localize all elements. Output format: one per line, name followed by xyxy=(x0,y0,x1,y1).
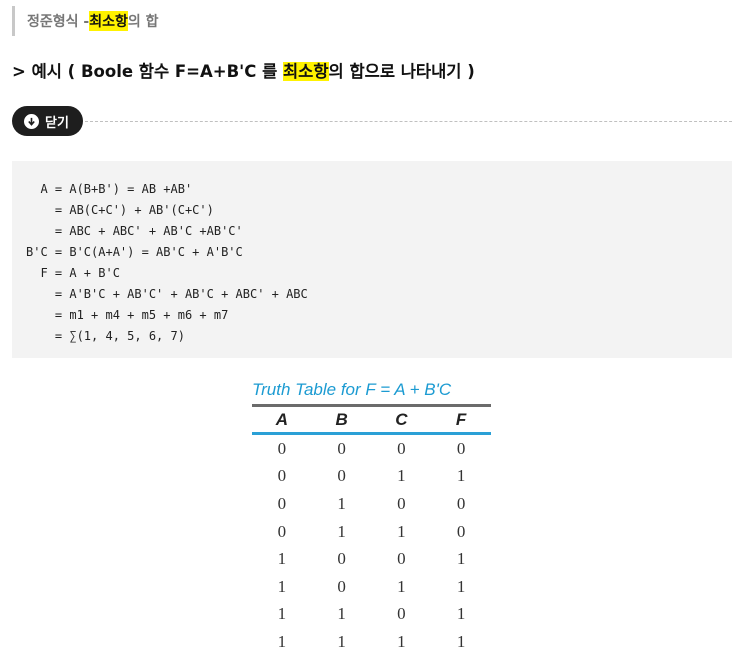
table-cell: 1 xyxy=(397,521,406,541)
table-row: 0 0 0 0 xyxy=(252,435,491,463)
table-cell: 1 xyxy=(337,493,346,513)
table-cell: 1 xyxy=(277,631,287,651)
table-cell: 0 xyxy=(337,438,346,458)
code-line: B'C = B'C(A+A') = AB'C + A'B'C xyxy=(26,245,243,259)
table-cell: 1 xyxy=(277,576,287,596)
table-row: 0 1 1 0 xyxy=(252,518,491,546)
table-cell: 0 xyxy=(397,549,406,569)
table-cell: 0 xyxy=(397,438,406,458)
table-cell: 1 xyxy=(337,521,346,541)
code-line: = m1 + m4 + m5 + m6 + m7 xyxy=(26,308,229,322)
breadcrumb-prefix: 정준형식 - xyxy=(27,14,90,30)
truth-table-title: Truth Table for F = A + B'C xyxy=(252,380,452,399)
table-cell: 1 xyxy=(397,466,406,486)
heading-suffix: 의 합으로 나타내기 ) xyxy=(328,62,475,81)
table-row: 1 0 1 1 xyxy=(252,573,491,601)
table-cell: 0 xyxy=(456,521,466,541)
table-cell: 1 xyxy=(456,466,466,486)
table-cell: 0 xyxy=(397,493,406,513)
code-block: A = A(B+B') = AB +AB' = AB(C+C') + AB'(C… xyxy=(12,161,732,358)
table-cell: 0 xyxy=(277,493,287,513)
table-cell: 0 xyxy=(456,493,466,513)
table-cell: 1 xyxy=(456,631,466,651)
code-line: = ∑(1, 4, 5, 6, 7) xyxy=(26,329,185,343)
heading-highlight: 최소항 xyxy=(283,62,329,81)
example-heading: > 예시 ( Boole 함수 F=A+B'C 를 최소항의 합으로 나타내기 … xyxy=(12,58,475,82)
collapse-toggle-row: 닫기 xyxy=(12,106,732,136)
table-cell: 1 xyxy=(456,576,466,596)
table-cell: 0 xyxy=(277,521,287,541)
table-cell: 1 xyxy=(397,576,406,596)
truth-table-header: ABCF xyxy=(252,404,491,435)
table-cell: 0 xyxy=(337,466,346,486)
table-cell: 0 xyxy=(337,549,346,569)
table-cell: 1 xyxy=(277,549,287,569)
heading-prefix: > 예시 ( Boole 함수 F=A+B'C 를 xyxy=(12,62,283,81)
table-row: 0 0 1 1 xyxy=(252,463,491,491)
table-cell: 1 xyxy=(397,631,406,651)
close-button-label: 닫기 xyxy=(45,115,69,131)
arrow-down-circle-icon xyxy=(24,113,39,129)
table-cell: 0 xyxy=(277,466,287,486)
truth-table-body: 0 0 0 0 0 0 1 1 0 1 0 0 0 1 1 0 1 0 0 1 1 0 1 1 1 1 0 1 1 1 1 1 xyxy=(252,435,491,656)
table-cell: 1 xyxy=(456,604,466,624)
code-line: A = A(B+B') = AB +AB' xyxy=(26,182,193,196)
table-cell: 1 xyxy=(456,549,466,569)
code-line: F = A + B'C xyxy=(26,266,120,280)
table-cell: 0 xyxy=(277,438,287,458)
breadcrumb: 정준형식 - 최소항 의 합 xyxy=(12,6,159,36)
table-cell: 0 xyxy=(337,576,346,596)
close-button[interactable]: 닫기 xyxy=(12,106,83,136)
table-cell: 0 xyxy=(397,604,406,624)
dashed-divider xyxy=(84,120,732,122)
column-header: C xyxy=(395,409,408,429)
code-line: = A'B'C + AB'C' + AB'C + ABC' + ABC xyxy=(26,287,308,301)
breadcrumb-highlight: 최소항 xyxy=(89,11,128,31)
table-row: 1 0 0 1 xyxy=(252,545,491,573)
table-cell: 1 xyxy=(337,604,346,624)
table-cell: 1 xyxy=(277,604,287,624)
breadcrumb-suffix: 의 합 xyxy=(127,14,159,30)
table-cell: 1 xyxy=(337,631,346,651)
table-row: 1 1 0 1 xyxy=(252,601,491,629)
truth-table: Truth Table for F = A + B'C ABCF 0000001… xyxy=(252,376,491,656)
table-row: 1 1 1 1 xyxy=(252,628,491,656)
code-line: = ABC + ABC' + AB'C +AB'C' xyxy=(26,224,243,238)
column-header: F xyxy=(455,409,467,429)
column-header: A xyxy=(275,409,289,429)
table-cell: 0 xyxy=(456,438,466,458)
column-header: B xyxy=(335,409,348,429)
code-line: = AB(C+C') + AB'(C+C') xyxy=(26,203,214,217)
table-row: 0 1 0 0 xyxy=(252,490,491,518)
